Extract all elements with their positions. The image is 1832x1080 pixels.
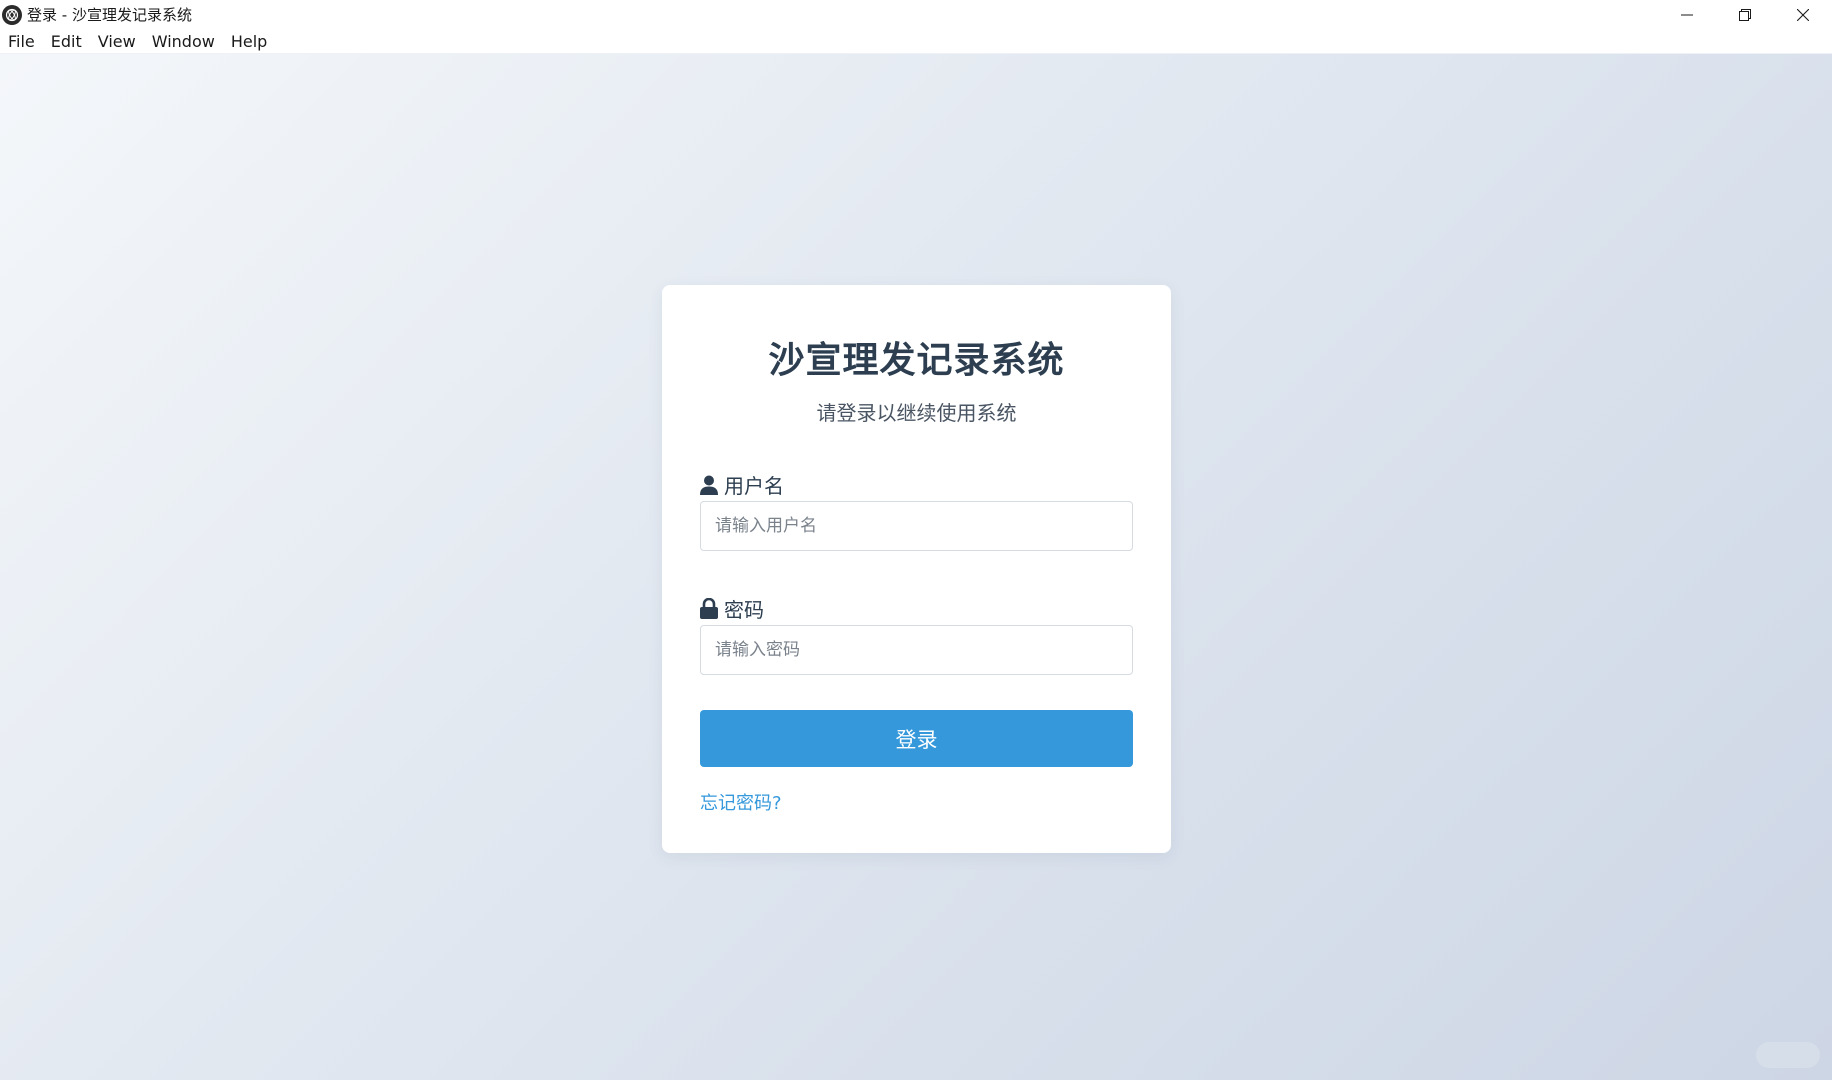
- forgot-password-link[interactable]: 忘记密码?: [700, 789, 782, 815]
- window-controls: [1658, 0, 1832, 29]
- login-card: 沙宣理发记录系统 请登录以继续使用系统 用户名 密码 登录 忘记密码: [662, 285, 1171, 853]
- restore-button[interactable]: [1716, 0, 1774, 29]
- minimize-button[interactable]: [1658, 0, 1716, 29]
- menu-edit[interactable]: Edit: [43, 29, 90, 54]
- menu-help[interactable]: Help: [223, 29, 275, 54]
- minimize-icon: [1681, 14, 1693, 15]
- menu-view[interactable]: View: [90, 29, 144, 54]
- password-label-text: 密码: [724, 598, 764, 622]
- page-title: 沙宣理发记录系统: [768, 340, 1065, 381]
- lock-icon: [700, 598, 718, 619]
- menu-bar: File Edit View Window Help: [0, 29, 1832, 54]
- username-label-text: 用户名: [724, 474, 784, 498]
- window-title: 登录 - 沙宣理发记录系统: [27, 6, 192, 24]
- login-button[interactable]: 登录: [700, 710, 1133, 767]
- user-icon: [700, 475, 718, 495]
- login-page-background: 沙宣理发记录系统 请登录以继续使用系统 用户名 密码 登录 忘记密码: [0, 54, 1832, 1080]
- username-input[interactable]: [700, 501, 1133, 551]
- password-label: 密码: [700, 594, 764, 623]
- close-button[interactable]: [1774, 0, 1832, 29]
- corner-badge: [1756, 1042, 1820, 1068]
- close-icon: [1797, 8, 1809, 21]
- page-subtitle: 请登录以继续使用系统: [816, 401, 1017, 425]
- title-bar: 登录 - 沙宣理发记录系统: [0, 0, 1832, 29]
- menu-window[interactable]: Window: [144, 29, 223, 54]
- app-icon: [2, 4, 22, 25]
- password-input[interactable]: [700, 625, 1133, 675]
- restore-icon: [1739, 8, 1751, 21]
- username-label: 用户名: [700, 470, 784, 499]
- menu-file[interactable]: File: [0, 29, 43, 54]
